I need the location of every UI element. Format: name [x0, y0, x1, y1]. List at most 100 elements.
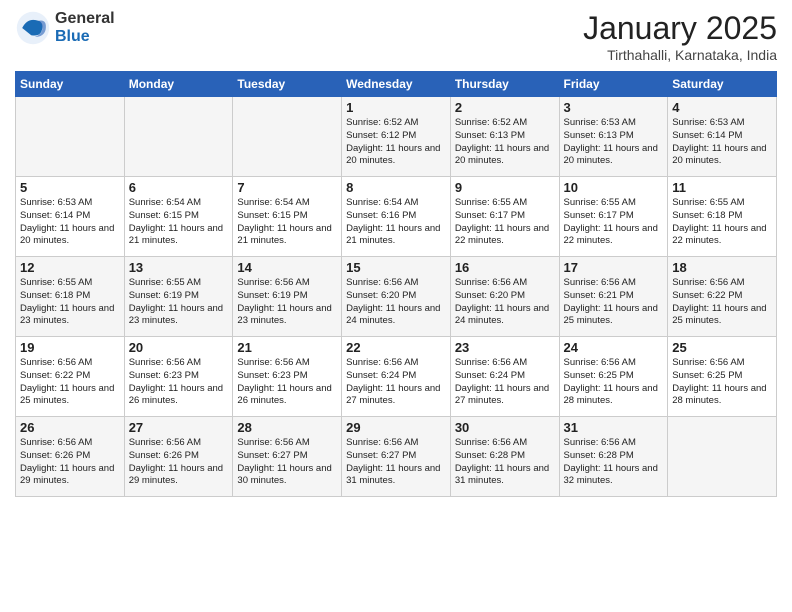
- cell-day-number: 22: [346, 340, 446, 355]
- weekday-header-row: SundayMondayTuesdayWednesdayThursdayFrid…: [16, 72, 777, 97]
- calendar-cell: 7Sunrise: 6:54 AMSunset: 6:15 PMDaylight…: [233, 177, 342, 257]
- cell-day-number: 18: [672, 260, 772, 275]
- calendar-cell: 1 Sunrise: 6:52 AMSunset: 6:12 PMDaylight…: [342, 97, 451, 177]
- calendar-cell: 26Sunrise: 6:56 AMSunset: 6:26 PMDayligh…: [16, 417, 125, 497]
- cell-info: Sunrise: 6:55 AMSunset: 6:18 PMDaylight:…: [20, 277, 120, 328]
- month-title: January 2025: [583, 10, 777, 47]
- cell-info: Sunrise: 6:56 AMSunset: 6:22 PMDaylight:…: [20, 357, 120, 408]
- logo-icon: [15, 10, 51, 46]
- cell-day-number: 3: [564, 100, 664, 115]
- cell-day-number: 15: [346, 260, 446, 275]
- calendar-cell: 3 Sunrise: 6:53 AMSunset: 6:13 PMDaylight…: [559, 97, 668, 177]
- cell-info: Sunrise: 6:53 AMSunset: 6:14 PMDaylight:…: [672, 117, 772, 168]
- cell-info: Sunrise: 6:52 AMSunset: 6:13 PMDaylight:…: [455, 117, 555, 168]
- calendar-cell: 21 Sunrise: 6:56 AMSunset: 6:23 PMDayligh…: [233, 337, 342, 417]
- cell-info: Sunrise: 6:56 AMSunset: 6:20 PMDaylight:…: [346, 277, 446, 328]
- calendar-cell: [233, 97, 342, 177]
- cell-day-number: 2: [455, 100, 555, 115]
- cell-day-number: 30: [455, 420, 555, 435]
- cell-day-number: 28: [237, 420, 337, 435]
- cell-info: Sunrise: 6:55 AMSunset: 6:17 PMDaylight:…: [564, 197, 664, 248]
- cell-day-number: 31: [564, 420, 664, 435]
- cell-day-number: 8: [346, 180, 446, 195]
- cell-day-number: 16: [455, 260, 555, 275]
- calendar-cell: 14 Sunrise: 6:56 AMSunset: 6:19 PMDayligh…: [233, 257, 342, 337]
- cell-info: Sunrise: 6:56 AMSunset: 6:22 PMDaylight:…: [672, 277, 772, 328]
- calendar-cell: 30 Sunrise: 6:56 AMSunset: 6:28 PMDayligh…: [450, 417, 559, 497]
- logo-text: General Blue: [55, 10, 115, 45]
- cell-info: Sunrise: 6:54 AMSunset: 6:16 PMDaylight:…: [346, 197, 446, 248]
- calendar-cell: 2 Sunrise: 6:52 AMSunset: 6:13 PMDaylight…: [450, 97, 559, 177]
- weekday-header-friday: Friday: [559, 72, 668, 97]
- calendar-cell: 15 Sunrise: 6:56 AMSunset: 6:20 PMDayligh…: [342, 257, 451, 337]
- cell-day-number: 24: [564, 340, 664, 355]
- calendar-cell: 28 Sunrise: 6:56 AMSunset: 6:27 PMDayligh…: [233, 417, 342, 497]
- calendar-cell: 22Sunrise: 6:56 AMSunset: 6:24 PMDayligh…: [342, 337, 451, 417]
- calendar-cell: 27Sunrise: 6:56 AMSunset: 6:26 PMDayligh…: [124, 417, 233, 497]
- weekday-header-monday: Monday: [124, 72, 233, 97]
- cell-info: Sunrise: 6:56 AMSunset: 6:23 PMDaylight:…: [129, 357, 229, 408]
- calendar-table: SundayMondayTuesdayWednesdayThursdayFrid…: [15, 71, 777, 497]
- cell-day-number: 5: [20, 180, 120, 195]
- calendar-cell: 5Sunrise: 6:53 AMSunset: 6:14 PMDaylight…: [16, 177, 125, 257]
- weekday-header-saturday: Saturday: [668, 72, 777, 97]
- calendar-cell: 9 Sunrise: 6:55 AMSunset: 6:17 PMDaylight…: [450, 177, 559, 257]
- weekday-header-sunday: Sunday: [16, 72, 125, 97]
- calendar-cell: 20 Sunrise: 6:56 AMSunset: 6:23 PMDayligh…: [124, 337, 233, 417]
- calendar-cell: 16 Sunrise: 6:56 AMSunset: 6:20 PMDayligh…: [450, 257, 559, 337]
- logo-general: General: [55, 10, 115, 27]
- cell-day-number: 1: [346, 100, 446, 115]
- calendar-cell: 13Sunrise: 6:55 AMSunset: 6:19 PMDayligh…: [124, 257, 233, 337]
- cell-day-number: 25: [672, 340, 772, 355]
- cell-day-number: 19: [20, 340, 120, 355]
- calendar-cell: 8 Sunrise: 6:54 AMSunset: 6:16 PMDaylight…: [342, 177, 451, 257]
- calendar-cell: 29Sunrise: 6:56 AMSunset: 6:27 PMDayligh…: [342, 417, 451, 497]
- calendar-week-2: 5Sunrise: 6:53 AMSunset: 6:14 PMDaylight…: [16, 177, 777, 257]
- cell-info: Sunrise: 6:56 AMSunset: 6:27 PMDaylight:…: [346, 437, 446, 488]
- cell-info: Sunrise: 6:56 AMSunset: 6:27 PMDaylight:…: [237, 437, 337, 488]
- calendar-cell: 23Sunrise: 6:56 AMSunset: 6:24 PMDayligh…: [450, 337, 559, 417]
- logo-blue: Blue: [55, 28, 90, 45]
- cell-day-number: 21: [237, 340, 337, 355]
- cell-info: Sunrise: 6:56 AMSunset: 6:28 PMDaylight:…: [455, 437, 555, 488]
- calendar-cell: [124, 97, 233, 177]
- calendar-cell: 19 Sunrise: 6:56 AMSunset: 6:22 PMDayligh…: [16, 337, 125, 417]
- calendar-cell: 31Sunrise: 6:56 AMSunset: 6:28 PMDayligh…: [559, 417, 668, 497]
- cell-info: Sunrise: 6:53 AMSunset: 6:13 PMDaylight:…: [564, 117, 664, 168]
- calendar-week-1: 1 Sunrise: 6:52 AMSunset: 6:12 PMDaylight…: [16, 97, 777, 177]
- calendar-cell: [668, 417, 777, 497]
- weekday-header-wednesday: Wednesday: [342, 72, 451, 97]
- cell-info: Sunrise: 6:56 AMSunset: 6:19 PMDaylight:…: [237, 277, 337, 328]
- title-area: January 2025 Tirthahalli, Karnataka, Ind…: [583, 10, 777, 63]
- cell-info: Sunrise: 6:56 AMSunset: 6:26 PMDaylight:…: [129, 437, 229, 488]
- calendar-cell: 25 Sunrise: 6:56 AMSunset: 6:25 PMDayligh…: [668, 337, 777, 417]
- calendar-cell: 17Sunrise: 6:56 AMSunset: 6:21 PMDayligh…: [559, 257, 668, 337]
- cell-info: Sunrise: 6:56 AMSunset: 6:25 PMDaylight:…: [564, 357, 664, 408]
- calendar-cell: 24 Sunrise: 6:56 AMSunset: 6:25 PMDayligh…: [559, 337, 668, 417]
- cell-info: Sunrise: 6:56 AMSunset: 6:23 PMDaylight:…: [237, 357, 337, 408]
- calendar-week-5: 26Sunrise: 6:56 AMSunset: 6:26 PMDayligh…: [16, 417, 777, 497]
- cell-day-number: 14: [237, 260, 337, 275]
- calendar-week-4: 19 Sunrise: 6:56 AMSunset: 6:22 PMDayligh…: [16, 337, 777, 417]
- logo: General Blue: [15, 10, 115, 46]
- cell-info: Sunrise: 6:56 AMSunset: 6:20 PMDaylight:…: [455, 277, 555, 328]
- cell-day-number: 6: [129, 180, 229, 195]
- cell-info: Sunrise: 6:56 AMSunset: 6:21 PMDaylight:…: [564, 277, 664, 328]
- cell-day-number: 20: [129, 340, 229, 355]
- cell-day-number: 23: [455, 340, 555, 355]
- location: Tirthahalli, Karnataka, India: [583, 47, 777, 63]
- cell-info: Sunrise: 6:56 AMSunset: 6:25 PMDaylight:…: [672, 357, 772, 408]
- cell-info: Sunrise: 6:56 AMSunset: 6:26 PMDaylight:…: [20, 437, 120, 488]
- cell-info: Sunrise: 6:52 AMSunset: 6:12 PMDaylight:…: [346, 117, 446, 168]
- cell-info: Sunrise: 6:54 AMSunset: 6:15 PMDaylight:…: [237, 197, 337, 248]
- calendar-cell: 11Sunrise: 6:55 AMSunset: 6:18 PMDayligh…: [668, 177, 777, 257]
- cell-day-number: 9: [455, 180, 555, 195]
- calendar-cell: 6 Sunrise: 6:54 AMSunset: 6:15 PMDaylight…: [124, 177, 233, 257]
- cell-day-number: 4: [672, 100, 772, 115]
- cell-day-number: 10: [564, 180, 664, 195]
- calendar-week-3: 12Sunrise: 6:55 AMSunset: 6:18 PMDayligh…: [16, 257, 777, 337]
- weekday-header-thursday: Thursday: [450, 72, 559, 97]
- cell-info: Sunrise: 6:55 AMSunset: 6:17 PMDaylight:…: [455, 197, 555, 248]
- cell-info: Sunrise: 6:54 AMSunset: 6:15 PMDaylight:…: [129, 197, 229, 248]
- calendar-cell: 10 Sunrise: 6:55 AMSunset: 6:17 PMDayligh…: [559, 177, 668, 257]
